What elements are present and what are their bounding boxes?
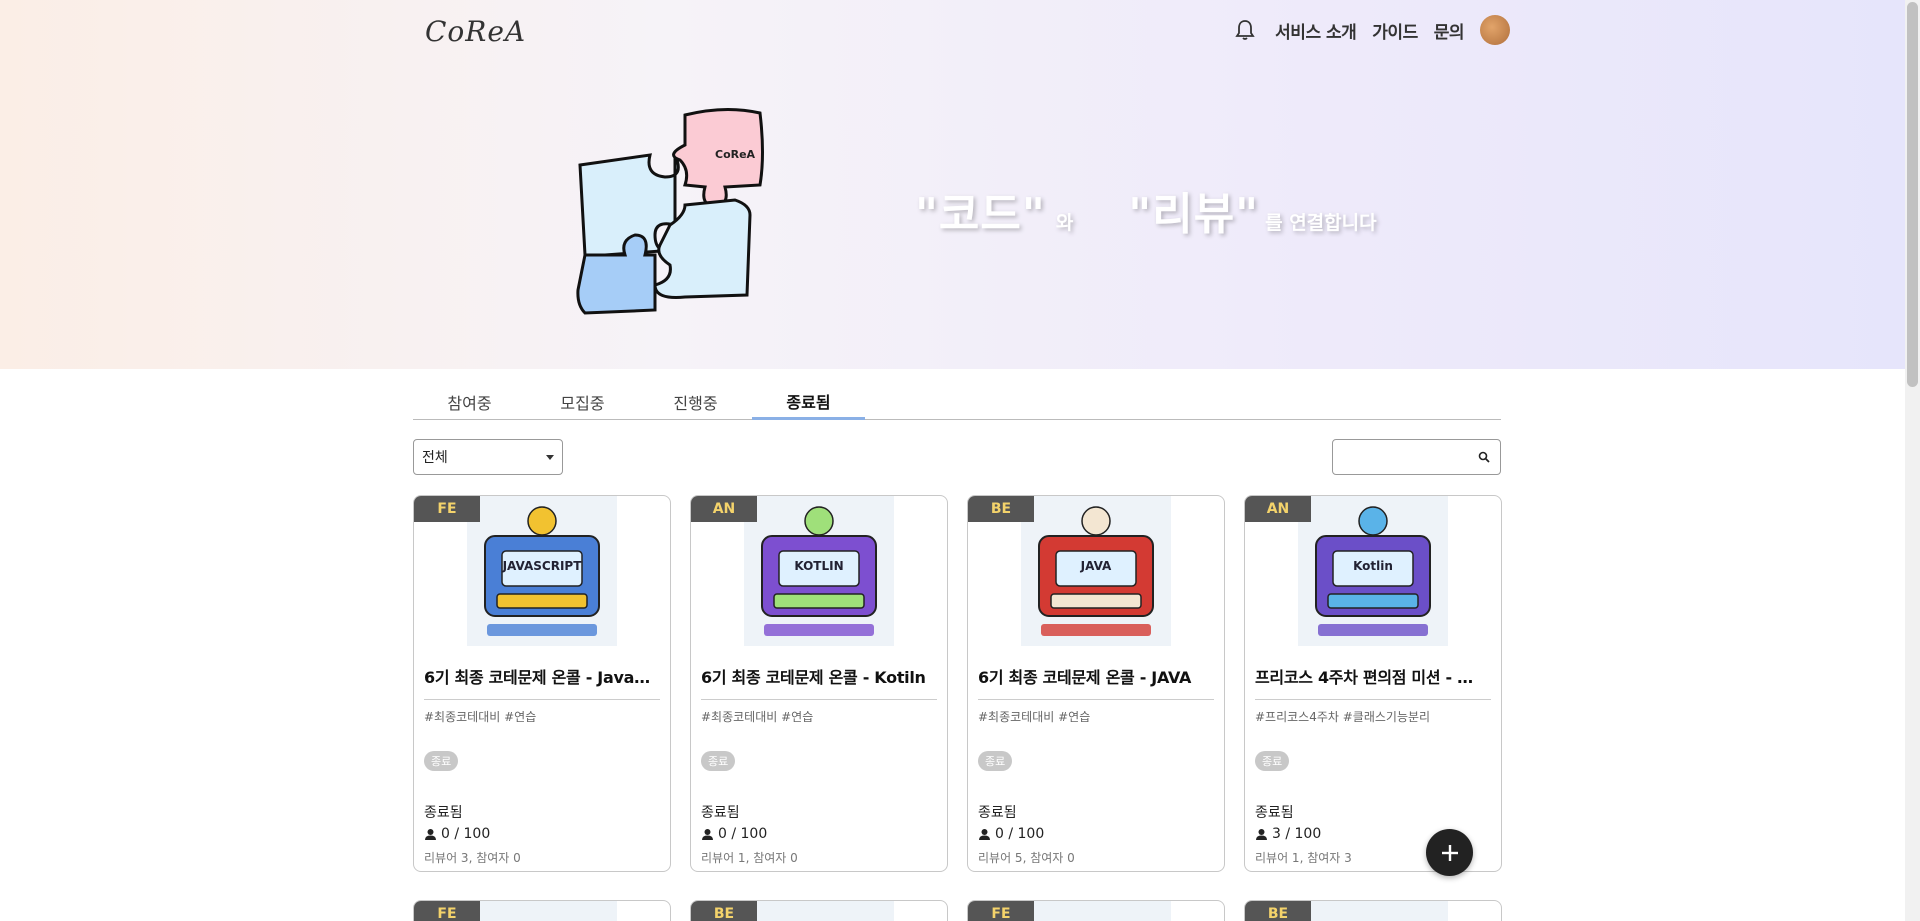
top-nav: 서비스 소개 가이드 문의: [1231, 12, 1510, 48]
search-input[interactable]: [1337, 444, 1467, 470]
room-state: 종료됨: [701, 805, 740, 821]
room-thumbnail: [744, 901, 894, 921]
participant-count: 3 / 100: [1255, 826, 1321, 842]
room-card[interactable]: BE: [690, 900, 948, 921]
participant-count: 0 / 100: [424, 826, 490, 842]
participant-count-value: 0 / 100: [718, 826, 768, 842]
room-title[interactable]: 6기 최종 코테문제 온콜 - Java…: [424, 664, 660, 688]
thumbnail-label: JAVASCRIPT: [502, 559, 582, 573]
track-badge: FE: [414, 901, 480, 921]
page-scrollbar[interactable]: [1905, 0, 1920, 921]
bell-icon[interactable]: [1231, 12, 1259, 48]
search-box[interactable]: [1332, 439, 1501, 475]
track-badge: AN: [1245, 496, 1311, 522]
room-tags: #최종코테대비 #연습: [978, 710, 1091, 724]
puzzle-label: CoReA: [715, 148, 756, 161]
room-title[interactable]: 프리코스 4주차 편의점 미션 - …: [1255, 664, 1491, 688]
track-badge: BE: [968, 496, 1034, 522]
room-thumbnail: Kotlin: [1298, 496, 1448, 646]
category-select-value: 전체: [422, 450, 448, 466]
room-meta: 리뷰어 1, 참여자 3: [1255, 851, 1352, 865]
participant-count-value: 0 / 100: [995, 826, 1045, 842]
divider: [424, 699, 660, 700]
room-card[interactable]: FE: [413, 900, 671, 921]
divider: [1255, 699, 1491, 700]
track-badge: BE: [691, 901, 757, 921]
room-thumbnail: [1021, 901, 1171, 921]
room-title[interactable]: 6기 최종 코테문제 온콜 - JAVA: [978, 664, 1214, 688]
room-card[interactable]: BE: [1244, 900, 1502, 921]
avatar[interactable]: [1480, 15, 1510, 45]
category-select[interactable]: 전체: [413, 439, 563, 475]
thumbnail-label: KOTLIN: [794, 559, 844, 573]
room-card[interactable]: FE: [967, 900, 1225, 921]
room-state: 종료됨: [1255, 805, 1294, 821]
room-card[interactable]: JAVASCRIPT FE 6기 최종 코테문제 온콜 - Java… #최종코…: [413, 495, 671, 872]
status-badge: 종료: [1255, 751, 1290, 771]
participant-count: 0 / 100: [701, 826, 767, 842]
room-title[interactable]: 6기 최종 코테문제 온콜 - Kotiln: [701, 664, 937, 688]
room-state: 종료됨: [978, 805, 1017, 821]
room-tags: #프리코스4주차 #클래스기능분리: [1255, 710, 1431, 724]
room-thumbnail: [467, 901, 617, 921]
person-icon: [702, 828, 713, 840]
track-badge: FE: [968, 901, 1034, 921]
tab-participating[interactable]: 참여중: [413, 384, 526, 420]
room-tabs: 참여중 모집중 진행중 종료됨: [413, 384, 1501, 420]
person-icon: [425, 828, 436, 840]
slogan-joiner-1: 와: [1055, 212, 1074, 234]
person-icon: [1256, 828, 1267, 840]
slogan-code: "코드": [915, 189, 1046, 240]
room-thumbnail: JAVA: [1021, 496, 1171, 646]
slogan-review: "리뷰": [1128, 189, 1260, 240]
nav-service-intro[interactable]: 서비스 소개: [1275, 18, 1357, 43]
track-badge: BE: [1245, 901, 1311, 921]
tab-closed[interactable]: 종료됨: [752, 384, 865, 420]
status-badge: 종료: [424, 751, 459, 771]
logo[interactable]: CoReA: [425, 15, 526, 48]
room-state: 종료됨: [424, 805, 463, 821]
room-card[interactable]: JAVA BE 6기 최종 코테문제 온콜 - JAVA #최종코테대비 #연습…: [967, 495, 1225, 872]
slogan: "코드" 와 "리뷰" 를 연결합니다: [915, 178, 1377, 242]
add-room-button[interactable]: [1426, 829, 1473, 876]
search-icon[interactable]: [1478, 448, 1490, 467]
thumbnail-label: Kotlin: [1353, 559, 1393, 573]
track-badge: FE: [414, 496, 480, 522]
puzzle-illustration: CoReA: [575, 105, 775, 320]
room-meta: 리뷰어 5, 참여자 0: [978, 851, 1075, 865]
track-badge: AN: [691, 496, 757, 522]
room-thumbnail: [1298, 901, 1448, 921]
scrollbar-thumb[interactable]: [1907, 2, 1918, 387]
room-tags: #최종코테대비 #연습: [701, 710, 814, 724]
participant-count-value: 0 / 100: [441, 826, 491, 842]
divider: [978, 699, 1214, 700]
tab-in-progress[interactable]: 진행중: [639, 384, 752, 420]
slogan-joiner-2: 를 연결합니다: [1265, 212, 1377, 234]
room-tags: #최종코테대비 #연습: [424, 710, 537, 724]
status-badge: 종료: [978, 751, 1013, 771]
divider: [701, 699, 937, 700]
nav-contact[interactable]: 문의: [1434, 18, 1465, 43]
room-card[interactable]: Kotlin AN 프리코스 4주차 편의점 미션 - … #프리코스4주차 #…: [1244, 495, 1502, 872]
tab-recruiting[interactable]: 모집중: [526, 384, 639, 420]
participant-count-value: 3 / 100: [1272, 826, 1322, 842]
room-thumbnail: JAVASCRIPT: [467, 496, 617, 646]
room-meta: 리뷰어 3, 참여자 0: [424, 851, 521, 865]
room-thumbnail: KOTLIN: [744, 496, 894, 646]
room-card[interactable]: KOTLIN AN 6기 최종 코테문제 온콜 - Kotiln #최종코테대비…: [690, 495, 948, 872]
participant-count: 0 / 100: [978, 826, 1044, 842]
room-meta: 리뷰어 1, 참여자 0: [701, 851, 798, 865]
plus-icon: [1441, 844, 1458, 861]
nav-guide[interactable]: 가이드: [1372, 18, 1418, 43]
status-badge: 종료: [701, 751, 736, 771]
person-icon: [979, 828, 990, 840]
chevron-down-icon: [546, 454, 554, 460]
thumbnail-label: JAVA: [1080, 559, 1112, 573]
